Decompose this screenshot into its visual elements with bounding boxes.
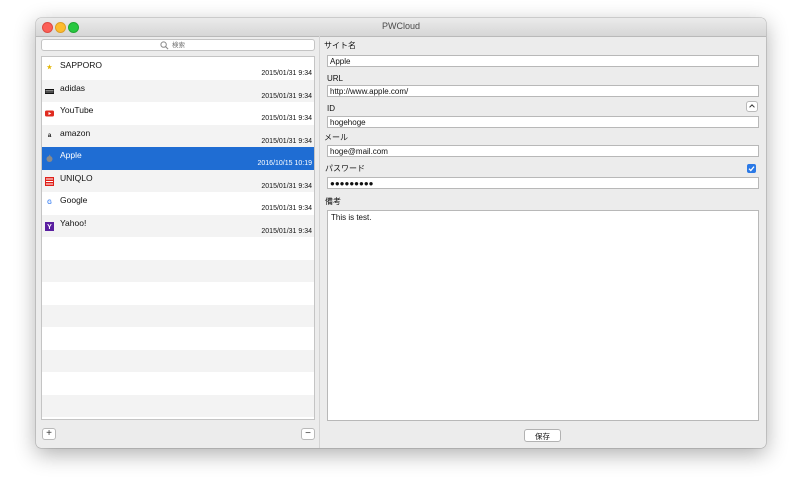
site-name-field[interactable]: [327, 55, 759, 67]
list-item[interactable]: Apple 2016/10/15 10:19: [42, 147, 314, 170]
search-icon: [160, 41, 169, 50]
empty-list-row: [42, 259, 314, 282]
site-list[interactable]: ★ SAPPORO 2015/01/31 9:34 adidas 2015/01/31 …: [41, 56, 315, 420]
list-item[interactable]: YouTube 2015/01/31 9:34: [42, 102, 314, 125]
password-label: パスワード: [325, 164, 365, 173]
remove-button[interactable]: −: [301, 428, 315, 440]
list-item-name: UNIQLO: [60, 172, 93, 183]
empty-list-row: [42, 282, 314, 305]
password-field[interactable]: [327, 177, 759, 189]
title-bar: PWCloud: [36, 18, 766, 37]
chevron-up-icon[interactable]: [746, 101, 758, 112]
empty-list-row: [42, 327, 314, 350]
app-window: PWCloud ★ SAPPORO 2015/01/31 9:34 adidas 201…: [36, 18, 766, 448]
list-item-name: YouTube: [60, 105, 94, 115]
list-item-date: 2015/01/31 9:34: [261, 115, 312, 122]
list-item-date: 2015/01/31 9:34: [261, 137, 312, 145]
search-field[interactable]: [41, 39, 315, 51]
list-item-date: 2015/01/31 9:34: [261, 70, 312, 77]
window-title: PWCloud: [381, 21, 420, 31]
list-item-name: Yahoo!: [60, 217, 87, 228]
list-item[interactable]: Y Yahoo! 2015/01/31 9:34: [42, 214, 314, 237]
list-item-name: adidas: [60, 82, 86, 93]
list-item-name: Google: [60, 195, 88, 205]
uniqlo-icon: [45, 176, 54, 186]
notes-label: 備考: [325, 197, 341, 206]
empty-list-row: [42, 349, 314, 372]
list-item-date: 2016/10/15 10:19: [257, 160, 313, 167]
list-item-date: 2015/01/31 9:34: [261, 182, 312, 190]
empty-list-row: [42, 304, 314, 327]
notes-textarea[interactable]: This is test.: [327, 210, 759, 421]
email-label: メール: [324, 133, 348, 142]
list-item[interactable]: G Google 2015/01/31 9:34: [42, 192, 314, 215]
list-item-name: SAPPORO: [60, 60, 103, 70]
show-password-checkbox[interactable]: [747, 164, 756, 173]
youtube-icon: [45, 109, 54, 118]
adidas-logo-icon: [45, 87, 54, 96]
google-icon: G: [47, 200, 52, 206]
empty-list-row: [42, 372, 314, 395]
list-item-date: 2015/01/31 9:34: [261, 205, 312, 212]
id-label: ID: [327, 104, 335, 113]
checkmark-icon: [748, 166, 755, 172]
list-item-date: 2015/01/31 9:34: [261, 227, 312, 235]
email-field[interactable]: [327, 145, 759, 157]
save-button[interactable]: 保存: [524, 429, 561, 442]
yahoo-icon: Y: [45, 221, 54, 231]
pane-divider[interactable]: [319, 36, 320, 448]
list-item-name: amazon: [60, 127, 91, 138]
empty-list-row: [42, 237, 314, 260]
list-item[interactable]: a amazon 2015/01/31 9:34: [42, 124, 314, 147]
add-button[interactable]: +: [42, 428, 56, 440]
empty-list-row: [42, 394, 314, 417]
url-label: URL: [327, 74, 344, 83]
amazon-icon: a: [47, 132, 52, 139]
url-field[interactable]: [327, 85, 759, 97]
apple-icon: [45, 154, 54, 163]
svg-text:Y: Y: [47, 224, 52, 231]
site-name-label: サイト名: [324, 41, 356, 50]
list-item-date: 2015/01/31 9:34: [261, 92, 312, 100]
star-icon: ★: [46, 65, 53, 71]
list-item-name: Apple: [60, 150, 82, 160]
list-item[interactable]: UNIQLO 2015/01/31 9:34: [42, 169, 314, 192]
list-item[interactable]: ★ SAPPORO 2015/01/31 9:34: [42, 57, 314, 80]
search-input[interactable]: [172, 40, 302, 50]
id-field[interactable]: [327, 116, 759, 128]
list-item[interactable]: adidas 2015/01/31 9:34: [42, 79, 314, 102]
